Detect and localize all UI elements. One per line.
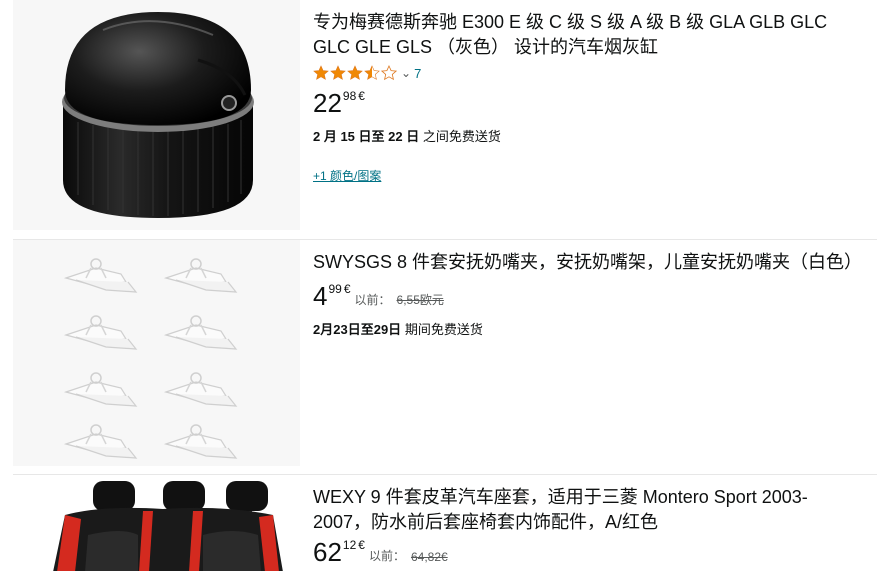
price-fraction: 98 bbox=[342, 89, 357, 103]
star-full-icon bbox=[313, 65, 329, 80]
product-title[interactable]: SWYSGS 8 件套安抚奶嘴夹，安抚奶嘴架，儿童安抚奶嘴夹（白色） bbox=[313, 250, 873, 275]
star-full-icon bbox=[330, 65, 346, 80]
previous-price-label: 以前： bbox=[368, 549, 405, 563]
product-info: WEXY 9 件套皮革汽车座套，适用于三菱 Montero Sport 2003… bbox=[300, 475, 877, 571]
product-info: SWYSGS 8 件套安抚奶嘴夹，安抚奶嘴架，儿童安抚奶嘴夹（白色） 4 99 … bbox=[300, 240, 877, 466]
delivery-text: 之间免费送货 bbox=[422, 129, 501, 144]
delivery-date-end: 29日 bbox=[373, 322, 402, 337]
product-card: SWYSGS 8 件套安抚奶嘴夹，安抚奶嘴架，儿童安抚奶嘴夹（白色） 4 99 … bbox=[13, 239, 877, 466]
star-half-icon bbox=[364, 65, 380, 80]
price-fraction: 99 bbox=[328, 282, 342, 296]
delivery-date-start: 2 月 15 日 bbox=[313, 129, 372, 144]
delivery-to: 至 bbox=[360, 322, 374, 337]
product-card: WEXY 9 件套皮革汽车座套，适用于三菱 Montero Sport 2003… bbox=[13, 474, 877, 571]
product-title[interactable]: WEXY 9 件套皮革汽车座套，适用于三菱 Montero Sport 2003… bbox=[313, 485, 853, 535]
previous-price-label: 以前： bbox=[354, 293, 391, 307]
delivery-to: 至 bbox=[371, 129, 385, 144]
previous-price: 6,55欧元 bbox=[396, 293, 444, 307]
rating-row[interactable]: ⌄ 7 bbox=[313, 64, 877, 82]
product-info: 专为梅赛德斯奔驰 E300 E 级 C 级 S 级 A 级 B 级 GLA GL… bbox=[300, 0, 877, 230]
pacifier-clips-image bbox=[65, 258, 237, 459]
delivery-info: 2月23日至29日 期间免费送货 bbox=[313, 319, 877, 338]
seat-covers-image bbox=[53, 481, 283, 571]
product-image-seat-covers[interactable] bbox=[13, 475, 300, 571]
review-count-link[interactable]: 7 bbox=[414, 66, 421, 81]
product-title[interactable]: 专为梅赛德斯奔驰 E300 E 级 C 级 S 级 A 级 B 级 GLA GL… bbox=[313, 10, 863, 60]
delivery-info: 2 月 15 日至 22 日 之间免费送货 bbox=[313, 126, 877, 145]
price-whole: 22 bbox=[313, 88, 342, 118]
product-card: 专为梅赛德斯奔驰 E300 E 级 C 级 S 级 A 级 B 级 GLA GL… bbox=[13, 0, 877, 230]
chevron-down-icon[interactable]: ⌄ bbox=[401, 66, 411, 80]
delivery-date-end: 22 日 bbox=[388, 129, 420, 144]
price-fraction: 12 bbox=[342, 538, 357, 552]
product-image-pacifier-clips[interactable] bbox=[13, 240, 300, 466]
currency-symbol: € bbox=[343, 282, 351, 296]
star-empty-icon bbox=[381, 65, 397, 81]
currency-symbol: € bbox=[358, 538, 365, 552]
previous-price: 64,82€ bbox=[410, 550, 448, 564]
ashtray-image bbox=[62, 12, 254, 218]
price[interactable]: 4 99 € 以前： 6,55欧元 bbox=[313, 281, 877, 311]
color-variant-link[interactable]: +1 颜色/图案 bbox=[313, 167, 381, 184]
price[interactable]: 62 12 € 以前： 64,82€ bbox=[313, 537, 877, 567]
price-whole: 4 bbox=[313, 281, 328, 311]
delivery-date-start: 2月23日 bbox=[313, 322, 361, 337]
search-results: 专为梅赛德斯奔驰 E300 E 级 C 级 S 级 A 级 B 级 GLA GL… bbox=[0, 0, 877, 571]
delivery-text: 期间免费送货 bbox=[404, 322, 483, 337]
star-full-icon bbox=[347, 65, 363, 80]
currency-symbol: € bbox=[358, 89, 365, 103]
star-rating[interactable] bbox=[313, 65, 397, 81]
product-image-ashtray[interactable] bbox=[13, 0, 300, 230]
price-whole: 62 bbox=[313, 537, 342, 567]
price[interactable]: 22 98 € bbox=[313, 88, 877, 118]
